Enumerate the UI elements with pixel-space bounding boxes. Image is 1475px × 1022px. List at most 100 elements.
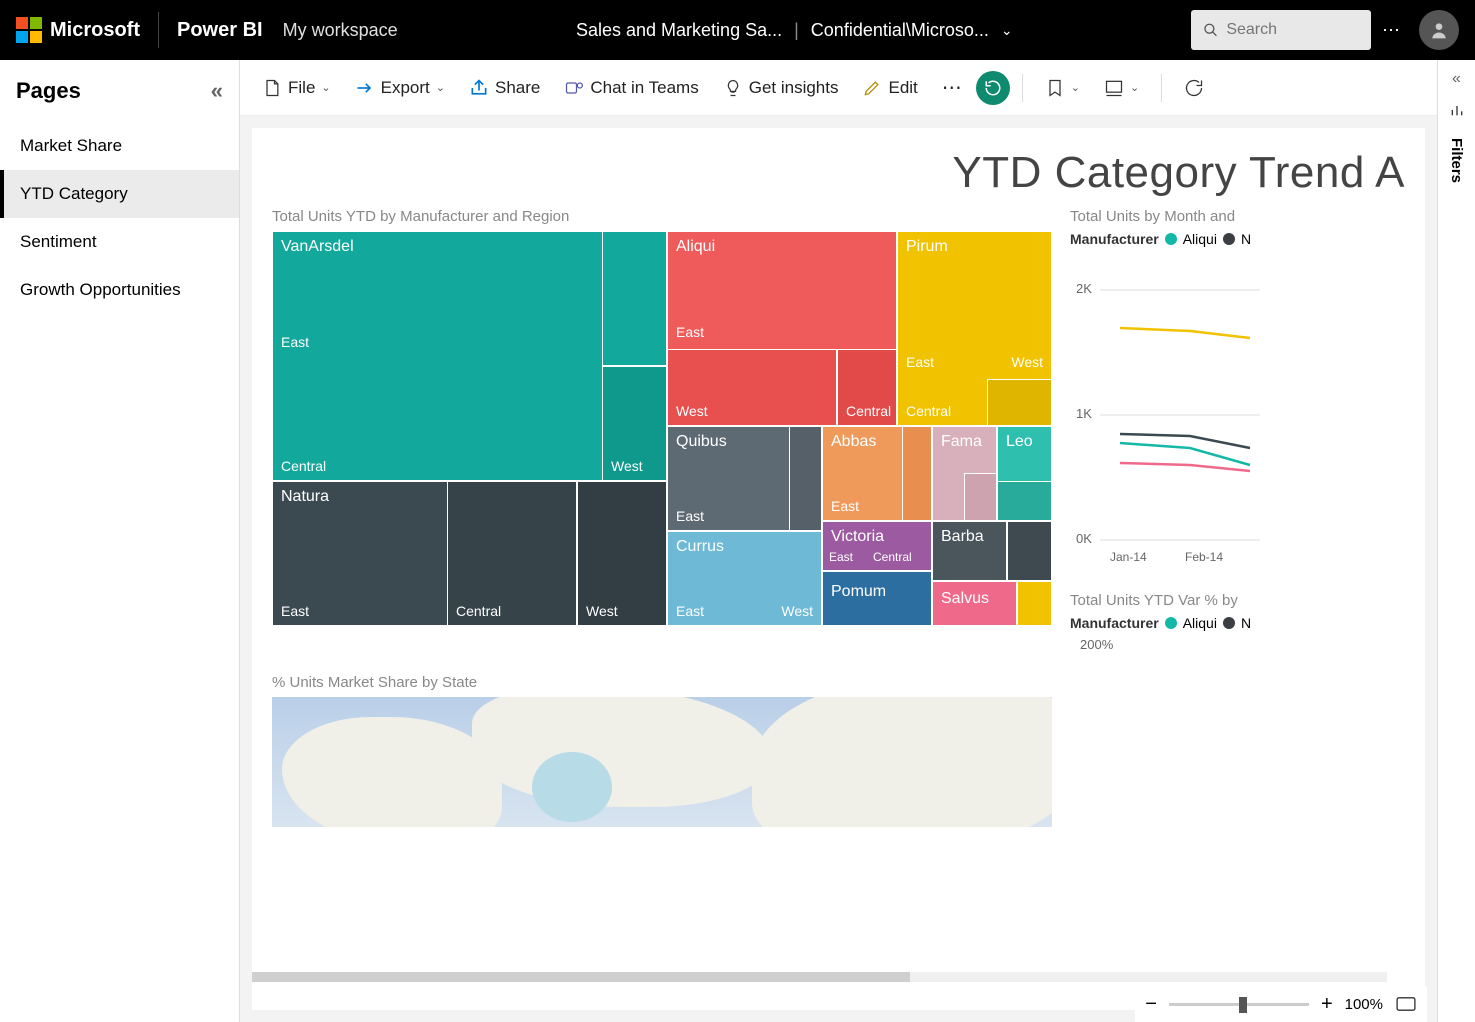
insights-button[interactable]: Get insights (713, 72, 849, 104)
fit-page-icon[interactable] (1395, 996, 1417, 1012)
file-button[interactable]: File ⌄ (252, 72, 341, 104)
tm-label: Pomum (831, 583, 886, 601)
lightbulb-icon (723, 78, 743, 98)
legend-dot-icon (1165, 617, 1177, 629)
line-visual[interactable]: Total Units by Month and Manufacturer Al… (1070, 208, 1405, 652)
tm-region: East (829, 550, 853, 564)
tm-label: Aliqui (676, 238, 715, 256)
reset-button[interactable] (976, 71, 1010, 105)
zoom-in-button[interactable]: + (1321, 993, 1333, 1016)
workspace-link[interactable]: My workspace (283, 20, 398, 41)
tm-region: West (1011, 354, 1043, 370)
page-item-sentiment[interactable]: Sentiment (0, 218, 239, 266)
chevron-down-icon[interactable]: ⌄ (1001, 22, 1013, 39)
page-item-ytd-category[interactable]: YTD Category (0, 170, 239, 218)
tm-region: West (586, 603, 618, 619)
export-icon (355, 78, 375, 98)
search-icon (1203, 21, 1218, 39)
report-toolbar: File ⌄ Export⌄ Share Chat in Teams Get in… (240, 60, 1437, 116)
tm-region: West (611, 458, 643, 474)
chat-label: Chat in Teams (590, 78, 698, 98)
person-icon (1429, 20, 1449, 40)
map-chart[interactable] (272, 697, 1052, 827)
line-chart[interactable]: 2K 1K 0K Jan-14 Feb-14 (1070, 253, 1260, 563)
pencil-icon (862, 78, 882, 98)
top-header: Microsoft Power BI My workspace Sales an… (0, 0, 1475, 60)
export-button[interactable]: Export⌄ (345, 72, 455, 104)
legend-item: N (1241, 231, 1251, 247)
pages-title: Pages (16, 78, 81, 104)
tm-region: East (281, 334, 309, 350)
reset-icon (984, 79, 1002, 97)
collapse-icon[interactable]: « (211, 78, 223, 104)
var-title: Total Units YTD Var % by (1070, 592, 1405, 609)
legend-item: Aliqui (1183, 231, 1217, 247)
page-item-growth[interactable]: Growth Opportunities (0, 266, 239, 314)
filters-rail[interactable]: « Filters (1437, 60, 1475, 1022)
tm-region: West (676, 403, 708, 419)
page-item-market-share[interactable]: Market Share (0, 122, 239, 170)
chart-icon (1449, 102, 1465, 118)
tm-region: West (781, 603, 813, 619)
ytick: 1K (1076, 406, 1092, 421)
edit-label: Edit (888, 78, 917, 98)
tm-label: Natura (281, 488, 329, 506)
tm-label: VanArsdel (281, 238, 354, 256)
tm-region: East (676, 324, 704, 340)
share-button[interactable]: Share (459, 72, 550, 104)
treemap-visual[interactable]: Total Units YTD by Manufacturer and Regi… (272, 208, 1052, 652)
search-input[interactable] (1191, 10, 1371, 50)
divider (158, 12, 159, 48)
bookmark-button[interactable]: ⌄ (1035, 72, 1090, 104)
tm-label: Quibus (676, 433, 727, 451)
line-legend: Manufacturer Aliqui N (1070, 231, 1405, 247)
divider (1161, 74, 1162, 102)
horizontal-scrollbar[interactable] (252, 972, 1387, 982)
tm-region: Central (873, 550, 912, 564)
legend-item: N (1241, 615, 1251, 631)
map-visual[interactable]: % Units Market Share by State (272, 674, 1052, 827)
zoom-out-button[interactable]: − (1145, 993, 1157, 1016)
tm-label: Salvus (941, 590, 989, 608)
filters-label: Filters (1448, 138, 1465, 183)
more-icon[interactable]: ⋯ (1371, 10, 1411, 50)
tm-region: East (281, 603, 309, 619)
refresh-button[interactable] (1174, 72, 1214, 104)
report-name[interactable]: Sales and Marketing Sa... (576, 20, 782, 41)
legend-label: Manufacturer (1070, 615, 1159, 631)
search-field[interactable] (1226, 21, 1359, 39)
tm-label: Barba (941, 528, 984, 546)
more-options-button[interactable]: ⋯ (932, 69, 972, 106)
chat-teams-button[interactable]: Chat in Teams (554, 72, 708, 104)
tm-label: Pirum (906, 238, 948, 256)
xtick: Feb-14 (1185, 550, 1223, 563)
tm-region: Central (281, 458, 326, 474)
file-label: File (288, 78, 315, 98)
zoom-slider[interactable] (1169, 1003, 1309, 1006)
tm-region: Central (846, 403, 891, 419)
tm-label: Currus (676, 538, 724, 556)
pages-panel: Pages « Market Share YTD Category Sentim… (0, 60, 240, 1022)
divider (1022, 74, 1023, 102)
share-label: Share (495, 78, 540, 98)
chevron-down-icon: ⌄ (1071, 81, 1080, 94)
microsoft-label: Microsoft (50, 19, 140, 42)
scrollbar-thumb[interactable] (252, 972, 910, 982)
pages-header: Pages « (0, 60, 239, 122)
avatar[interactable] (1419, 10, 1459, 50)
main-column: File ⌄ Export⌄ Share Chat in Teams Get in… (240, 60, 1437, 1022)
edit-button[interactable]: Edit (852, 72, 927, 104)
expand-icon[interactable]: « (1452, 70, 1461, 88)
chevron-down-icon: ⌄ (321, 81, 330, 94)
report-canvas: YTD Category Trend A Total Units YTD by … (252, 128, 1425, 1010)
product-name[interactable]: Power BI (177, 19, 263, 42)
legend-dot-icon (1223, 233, 1235, 245)
view-button[interactable]: ⌄ (1094, 72, 1149, 104)
ytick: 2K (1076, 281, 1092, 296)
legend-dot-icon (1223, 617, 1235, 629)
report-title: YTD Category Trend A (272, 148, 1405, 198)
breadcrumb: Sales and Marketing Sa... | Confidential… (398, 20, 1191, 41)
sensitivity-label[interactable]: Confidential\Microso... (811, 20, 989, 41)
bookmark-icon (1045, 78, 1065, 98)
treemap-chart[interactable]: VanArsdel East Central West Natura (272, 231, 1052, 626)
